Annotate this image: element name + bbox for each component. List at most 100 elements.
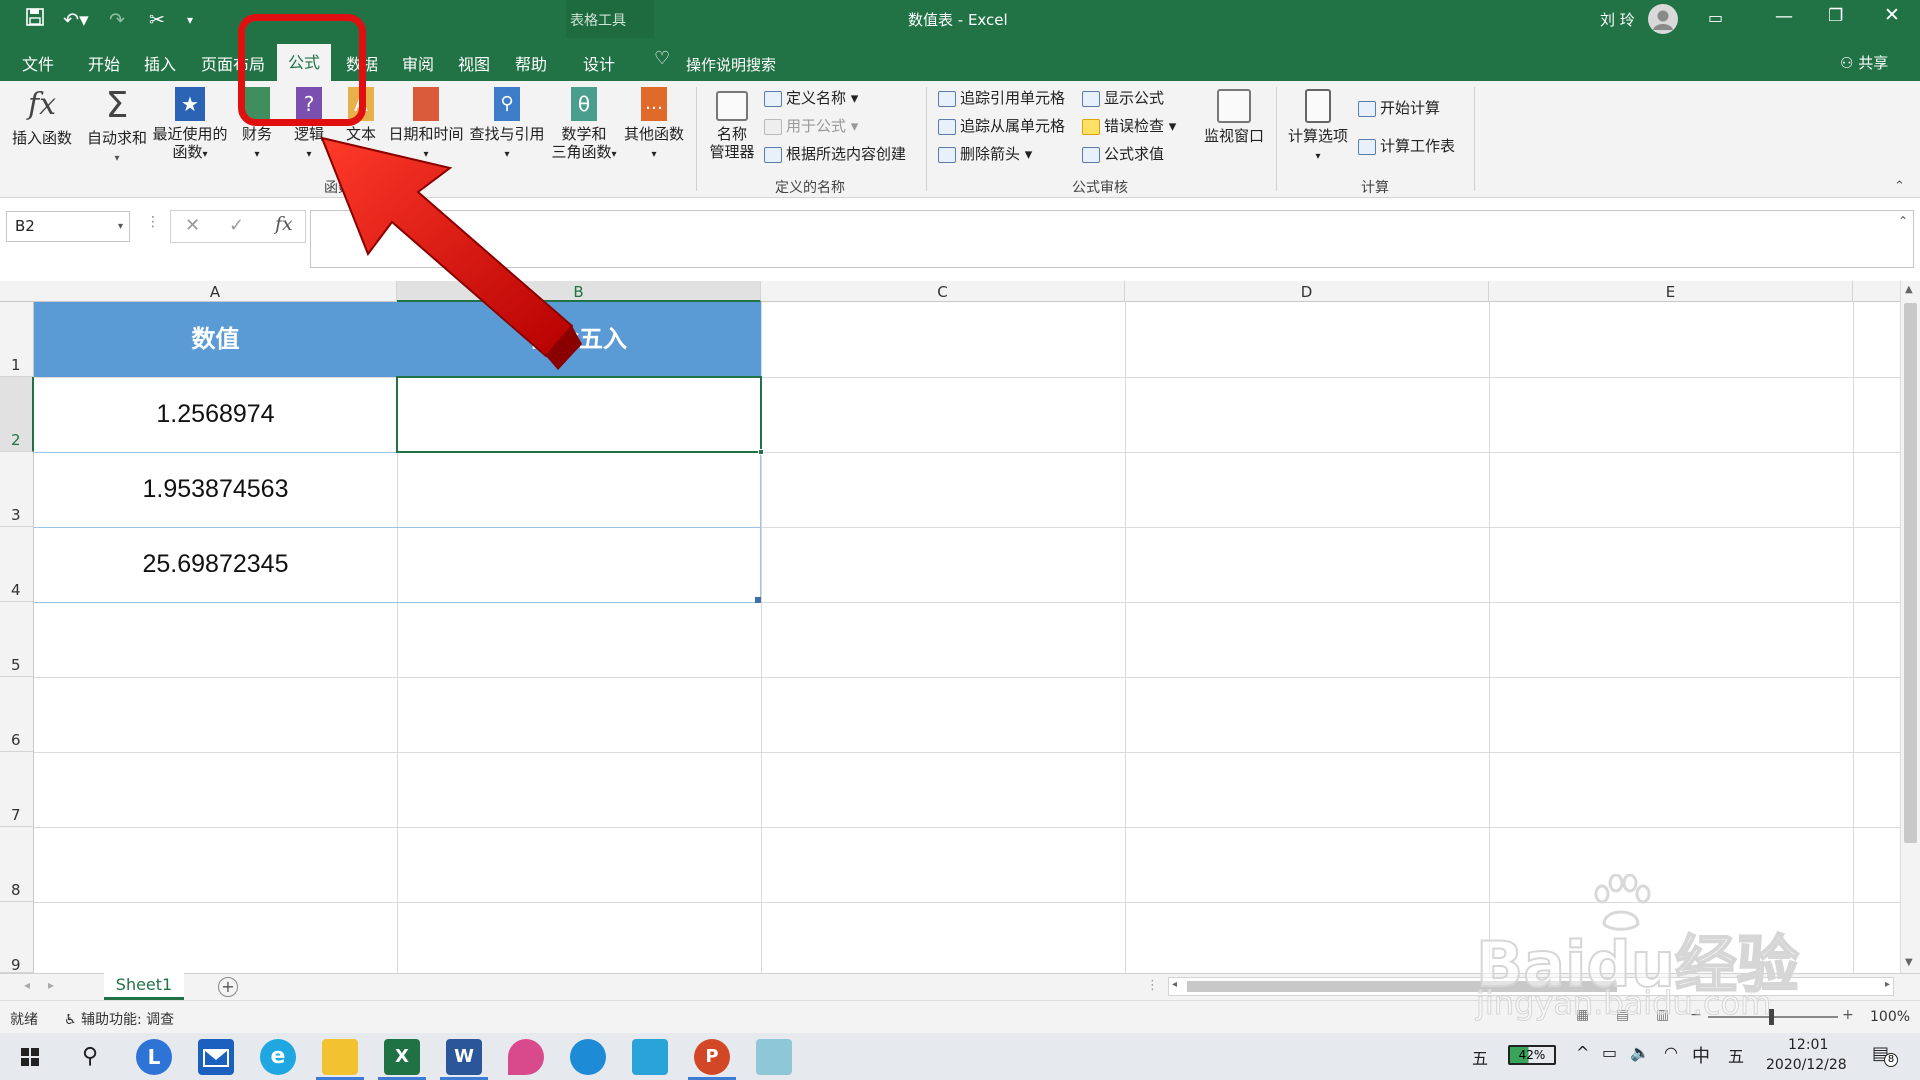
prev-sheet-icon[interactable]: ◂ xyxy=(24,978,30,992)
file-explorer-icon[interactable] xyxy=(322,1039,358,1075)
tab-home[interactable]: 开始 xyxy=(80,48,128,82)
lark-app-icon[interactable]: L xyxy=(136,1039,172,1075)
minimize-icon[interactable]: — xyxy=(1775,6,1793,27)
image-viewer-icon[interactable] xyxy=(632,1039,668,1075)
ime-wubi[interactable]: 五 xyxy=(1728,1043,1744,1067)
zoom-slider-thumb[interactable] xyxy=(1769,1009,1774,1025)
calc-options-button[interactable]: 计算选项 ▾ xyxy=(1284,89,1352,166)
normal-view-icon[interactable]: ▦ xyxy=(1576,1007,1589,1023)
notification-center-icon[interactable]: ▤ 8 xyxy=(1872,1043,1898,1067)
trace-dependents-button[interactable]: 追踪从属单元格 xyxy=(938,115,1065,137)
page-layout-view-icon[interactable]: ▤ xyxy=(1616,1007,1629,1023)
zoom-slider[interactable] xyxy=(1708,1009,1838,1025)
autosum-button[interactable]: Σ 自动求和 ▾ xyxy=(86,87,148,168)
cell-a2[interactable]: 1.2568974 xyxy=(34,377,397,452)
column-header-d[interactable]: D xyxy=(1125,281,1489,302)
customize-qat-icon[interactable]: ▾ xyxy=(183,7,197,33)
snipping-tool-icon[interactable] xyxy=(756,1039,792,1075)
scroll-down-icon[interactable]: ▼ xyxy=(1905,957,1913,968)
close-icon[interactable]: ✕ xyxy=(1884,4,1900,26)
excel-taskbar-icon[interactable]: X xyxy=(384,1039,420,1075)
clock-time[interactable]: 12:01 xyxy=(1788,1037,1828,1053)
battery-indicator[interactable]: 42% xyxy=(1508,1045,1556,1065)
tab-insert[interactable]: 插入 xyxy=(136,48,184,82)
collapse-ribbon-icon[interactable]: ⌃ xyxy=(1894,179,1905,194)
scroll-right-icon[interactable]: ▸ xyxy=(1885,979,1890,990)
power-icon[interactable]: ▭ xyxy=(1602,1043,1617,1062)
accessibility-status[interactable]: ♿ 辅助功能: 调查 xyxy=(64,1009,174,1029)
selected-cell-b2[interactable] xyxy=(396,376,762,453)
ie-browser-icon[interactable]: e xyxy=(260,1039,296,1075)
edge-browser-icon[interactable] xyxy=(570,1039,606,1075)
use-in-formula-button[interactable]: 用于公式 ▾ xyxy=(764,115,858,137)
insert-function-button[interactable]: fx 插入函数 xyxy=(6,87,78,147)
row-header-8[interactable]: 8 xyxy=(0,827,34,902)
word-taskbar-icon[interactable]: W xyxy=(446,1039,482,1075)
tab-view[interactable]: 视图 xyxy=(450,48,498,82)
vertical-scrollbar[interactable]: ▲ ▼ xyxy=(1900,281,1920,973)
cut-icon[interactable]: ✂ xyxy=(145,7,169,33)
insert-function-fx-button[interactable]: fx xyxy=(275,213,293,235)
avatar[interactable] xyxy=(1648,4,1678,34)
scroll-left-icon[interactable]: ◂ xyxy=(1172,979,1177,990)
input-method-indicator[interactable]: 五 xyxy=(1472,1045,1488,1069)
cell-b3[interactable] xyxy=(397,452,761,527)
row-header-9[interactable]: 9 xyxy=(0,902,34,974)
row-header-5[interactable]: 5 xyxy=(0,602,34,677)
wifi-icon[interactable]: ◠ xyxy=(1664,1043,1678,1062)
tab-file[interactable]: 文件 xyxy=(14,48,62,82)
paint-app-icon[interactable] xyxy=(508,1039,544,1075)
restore-icon[interactable]: ❐ xyxy=(1828,6,1843,26)
expand-formula-bar-icon[interactable]: ⌃ xyxy=(1898,214,1908,228)
undo-icon[interactable]: ↶▾ xyxy=(58,7,94,33)
cell-b4[interactable] xyxy=(397,527,761,602)
row-header-7[interactable]: 7 xyxy=(0,752,34,827)
name-manager-button[interactable]: 名称 管理器 xyxy=(704,91,760,161)
ime-chinese[interactable]: 中 xyxy=(1692,1042,1710,1068)
row-header-6[interactable]: 6 xyxy=(0,677,34,752)
row-header-1[interactable]: 1 xyxy=(0,302,34,377)
cell-a4[interactable]: 25.69872345 xyxy=(34,527,397,602)
cell-a3[interactable]: 1.953874563 xyxy=(34,452,397,527)
tab-review[interactable]: 审阅 xyxy=(394,48,442,82)
zoom-out-icon[interactable]: − xyxy=(1690,1007,1702,1023)
fill-handle[interactable] xyxy=(758,449,764,455)
tab-help[interactable]: 帮助 xyxy=(507,48,555,82)
evaluate-formula-button[interactable]: 公式求值 xyxy=(1082,143,1164,165)
ribbon-display-icon[interactable]: ▭ xyxy=(1708,8,1723,27)
row-header-4[interactable]: 4 xyxy=(0,527,34,602)
scroll-up-icon[interactable]: ▲ xyxy=(1905,284,1913,295)
error-checking-button[interactable]: 错误检查 ▾ xyxy=(1082,115,1176,137)
tab-design[interactable]: 设计 xyxy=(575,48,623,82)
name-box[interactable]: B2 ▾ xyxy=(6,211,130,242)
zoom-level[interactable]: 100% xyxy=(1870,1009,1910,1025)
calc-now-button[interactable]: 开始计算 xyxy=(1358,97,1440,119)
tell-me-search[interactable]: 操作说明搜索 xyxy=(686,48,782,82)
name-box-dropdown-icon[interactable]: ▾ xyxy=(118,212,123,241)
redo-icon[interactable]: ↷ xyxy=(104,7,130,33)
share-button[interactable]: ⚇ 共享 xyxy=(1840,52,1888,73)
row-header-2[interactable]: 2 xyxy=(0,377,34,452)
row-header-3[interactable]: 3 xyxy=(0,452,34,527)
add-sheet-button[interactable]: + xyxy=(218,977,238,997)
page-break-view-icon[interactable]: ▥ xyxy=(1656,1007,1669,1023)
sheet-tab-sheet1[interactable]: Sheet1 xyxy=(104,973,184,1000)
vertical-scroll-thumb[interactable] xyxy=(1904,303,1917,843)
define-name-button[interactable]: 定义名称 ▾ xyxy=(764,87,858,109)
calc-sheet-button[interactable]: 计算工作表 xyxy=(1358,135,1455,157)
recent-functions-button[interactable]: ★ 最近使用的 函数▾ xyxy=(150,87,230,164)
split-handle-icon[interactable]: ⋮ xyxy=(1146,978,1159,993)
next-sheet-icon[interactable]: ▸ xyxy=(48,978,54,992)
horizontal-scroll-thumb[interactable] xyxy=(1187,981,1617,992)
search-icon[interactable]: ⚲ xyxy=(72,1039,108,1075)
column-header-e[interactable]: E xyxy=(1489,281,1853,302)
zoom-in-icon[interactable]: + xyxy=(1842,1007,1854,1023)
trace-precedents-button[interactable]: 追踪引用单元格 xyxy=(938,87,1065,109)
show-hidden-icons-icon[interactable]: ^ xyxy=(1576,1043,1589,1062)
volume-icon[interactable]: 🔈 xyxy=(1630,1043,1650,1062)
clock-date[interactable]: 2020/12/28 xyxy=(1766,1057,1847,1073)
create-from-selection-button[interactable]: 根据所选内容创建 xyxy=(764,143,906,165)
powerpoint-taskbar-icon[interactable]: P xyxy=(694,1039,730,1075)
cancel-icon[interactable]: ✕ xyxy=(185,215,200,236)
horizontal-scrollbar[interactable]: ◂ ▸ xyxy=(1168,977,1894,996)
